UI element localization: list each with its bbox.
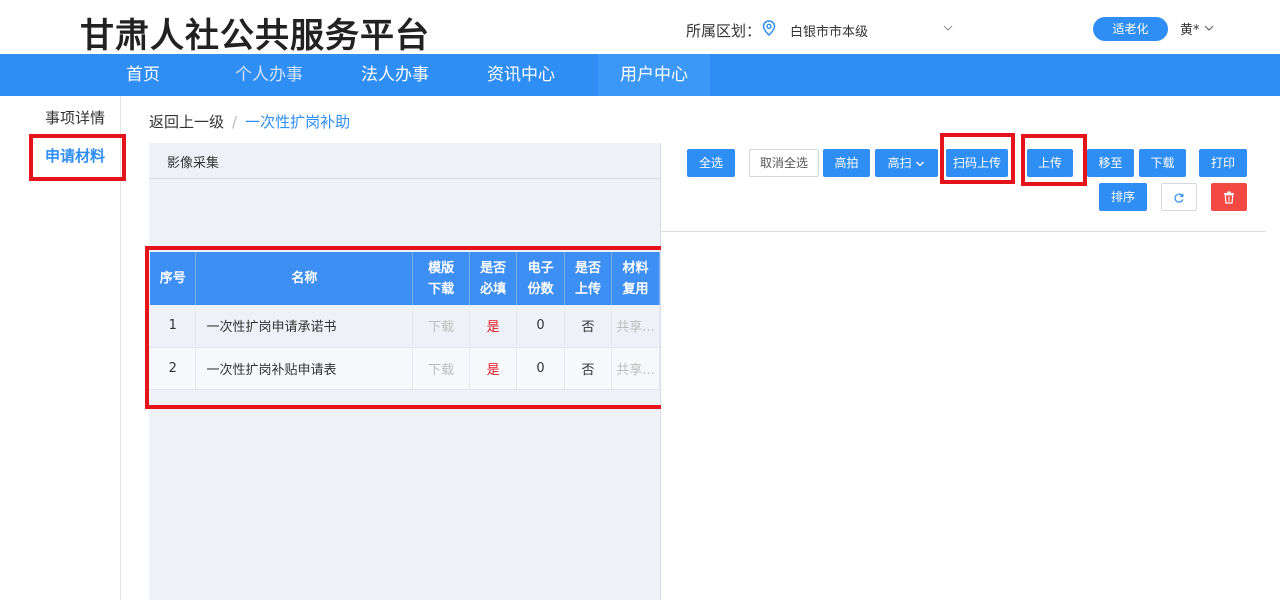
panel-divider: [149, 178, 661, 179]
move-to-button[interactable]: 移至: [1087, 149, 1134, 177]
nav-home[interactable]: 首页: [108, 54, 178, 96]
deselect-all-button[interactable]: 取消全选: [749, 149, 819, 177]
location-pin-icon: [762, 20, 776, 36]
chevron-down-icon: [916, 161, 925, 166]
panel-title: 影像采集: [167, 156, 220, 171]
chevron-down-icon[interactable]: [942, 22, 954, 34]
print-button[interactable]: 打印: [1199, 149, 1247, 177]
breadcrumb-separator: /: [232, 113, 238, 131]
high-scan-label: 高扫: [887, 156, 912, 170]
refresh-button[interactable]: [1161, 183, 1197, 211]
header: 甘肃人社公共服务平台 所属区划： 白银市市本级 适老化 黄*: [0, 0, 1280, 56]
highlight-scan-upload: [940, 133, 1015, 184]
highlight-upload: [1021, 134, 1087, 186]
breadcrumb-back-link[interactable]: 返回上一级: [149, 113, 224, 131]
sort-button[interactable]: 排序: [1099, 183, 1147, 211]
nav-user-center[interactable]: 用户中心: [598, 54, 710, 96]
nav-news[interactable]: 资讯中心: [472, 54, 570, 96]
region-label: 所属区划：: [686, 22, 762, 40]
nav-personal[interactable]: 个人办事: [220, 54, 318, 96]
delete-button[interactable]: [1211, 183, 1247, 211]
user-chevron-down-icon[interactable]: [1203, 22, 1215, 34]
sidebar-item-details[interactable]: 事项详情: [45, 107, 105, 128]
refresh-icon: [1174, 193, 1184, 203]
region-select[interactable]: 白银市市本级: [790, 21, 868, 40]
high-scan-button[interactable]: 高扫: [875, 149, 938, 177]
main-nav: 首页 个人办事 法人办事 资讯中心 用户中心: [0, 54, 1280, 96]
breadcrumb-current: 一次性扩岗补助: [245, 113, 351, 131]
breadcrumb: 返回上一级 / 一次性扩岗补助: [149, 111, 350, 132]
trash-icon: [1224, 191, 1234, 204]
download-button[interactable]: 下载: [1139, 149, 1186, 177]
toolbar-divider: [661, 231, 1266, 232]
nav-legal-entity[interactable]: 法人办事: [346, 54, 444, 96]
select-all-button[interactable]: 全选: [687, 149, 735, 177]
image-viewer-panel: [661, 143, 1280, 600]
highlight-sidebar-materials: [29, 134, 126, 181]
highlight-table: [145, 246, 668, 409]
user-name[interactable]: 黄*: [1180, 19, 1200, 38]
elder-mode-button[interactable]: 适老化: [1093, 17, 1168, 41]
site-title: 甘肃人社公共服务平台: [80, 16, 430, 56]
high-shot-button[interactable]: 高拍: [823, 149, 870, 177]
